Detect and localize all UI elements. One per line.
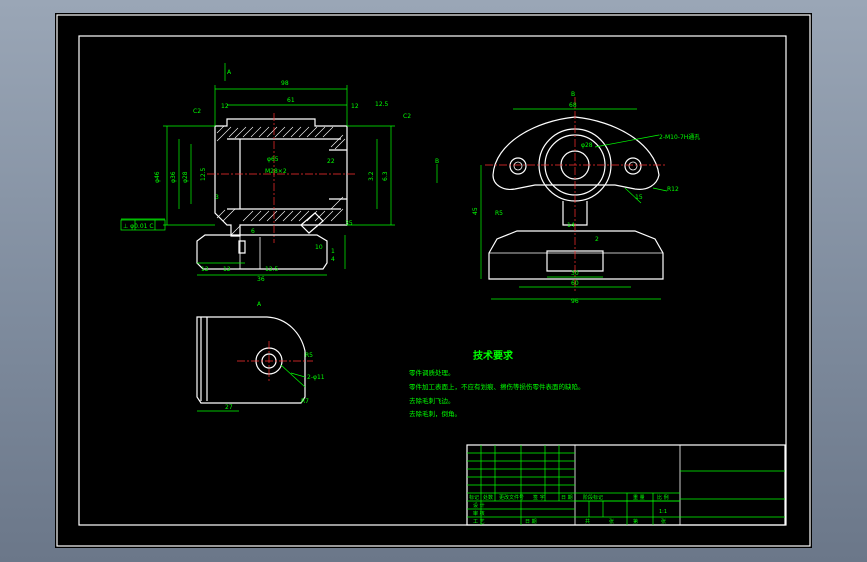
svg-text:3.2: 3.2 bbox=[368, 171, 375, 181]
svg-text:2: 2 bbox=[595, 236, 599, 243]
svg-text:φ28: φ28 bbox=[581, 142, 593, 149]
svg-text:12.5: 12.5 bbox=[265, 266, 279, 273]
note-4: 去除毛刺，倒角。 bbox=[409, 409, 461, 418]
svg-text:14: 14 bbox=[567, 222, 575, 229]
svg-text:12: 12 bbox=[223, 266, 231, 273]
svg-text:61: 61 bbox=[287, 97, 295, 104]
svg-text:6.3: 6.3 bbox=[382, 171, 389, 181]
svg-text:12: 12 bbox=[201, 266, 209, 273]
front-view-dim-text: A 98 61 12 12 C2 C2 12.5 φ46 φ36 φ28 M28… bbox=[123, 69, 439, 283]
svg-text:27: 27 bbox=[225, 404, 233, 411]
svg-text:第: 第 bbox=[633, 518, 638, 525]
svg-text:35: 35 bbox=[345, 220, 353, 227]
svg-text:A: A bbox=[257, 301, 262, 308]
svg-text:签 字: 签 字 bbox=[533, 494, 545, 501]
svg-text:B: B bbox=[571, 91, 575, 98]
svg-text:R5: R5 bbox=[495, 210, 503, 217]
svg-text:6: 6 bbox=[251, 228, 255, 235]
cad-drawing: A 98 61 12 12 C2 C2 12.5 φ46 φ36 φ28 M28… bbox=[56, 14, 811, 547]
side-view-dim-text: B 68 φ28 2-M10-7H通孔 R12 15 14 R5 2 30 60… bbox=[472, 91, 700, 305]
front-view bbox=[196, 113, 355, 270]
svg-text:36: 36 bbox=[257, 276, 265, 283]
svg-text:1:1: 1:1 bbox=[659, 509, 667, 515]
svg-text:45: 45 bbox=[472, 207, 479, 215]
svg-text:12: 12 bbox=[351, 103, 359, 110]
svg-text:C2: C2 bbox=[193, 108, 201, 115]
title-block bbox=[466, 444, 786, 526]
svg-text:工 艺: 工 艺 bbox=[473, 519, 485, 525]
svg-text:12.5: 12.5 bbox=[200, 167, 207, 181]
svg-text:15: 15 bbox=[635, 194, 643, 201]
svg-text:φ28: φ28 bbox=[182, 171, 189, 183]
svg-text:96: 96 bbox=[571, 298, 579, 305]
svg-text:R12: R12 bbox=[667, 186, 679, 193]
notes-title: 技术要求 bbox=[473, 349, 514, 362]
svg-text:60: 60 bbox=[571, 280, 579, 287]
svg-text:比 例: 比 例 bbox=[657, 494, 669, 501]
drawing-viewport[interactable]: A 98 61 12 12 C2 C2 12.5 φ46 φ36 φ28 M28… bbox=[55, 13, 812, 548]
svg-text:30: 30 bbox=[571, 270, 579, 277]
svg-text:1: 1 bbox=[331, 248, 335, 255]
note-2: 零件加工表面上，不应有划痕、擦伤等损伤零件表面的缺陷。 bbox=[409, 382, 585, 391]
svg-text:阶段标记: 阶段标记 bbox=[583, 494, 603, 501]
svg-text:2-φ11: 2-φ11 bbox=[307, 374, 325, 381]
sheet-outer-border bbox=[56, 14, 811, 547]
svg-text:⊥ φ0.01 C: ⊥ φ0.01 C bbox=[123, 223, 154, 230]
svg-text:68: 68 bbox=[569, 102, 577, 109]
svg-text:更改文件号: 更改文件号 bbox=[499, 494, 524, 501]
svg-text:M28×2: M28×2 bbox=[265, 168, 287, 175]
technical-notes: 技术要求 零件调质处理。 零件加工表面上，不应有划痕、擦伤等损伤零件表面的缺陷。… bbox=[409, 349, 585, 418]
svg-text:张: 张 bbox=[661, 518, 666, 525]
svg-text:10: 10 bbox=[315, 244, 323, 251]
svg-text:22: 22 bbox=[327, 158, 335, 165]
svg-text:共: 共 bbox=[585, 518, 590, 525]
svg-text:张: 张 bbox=[609, 518, 614, 525]
svg-text:3: 3 bbox=[215, 194, 219, 201]
svg-text:2-M10-7H通孔: 2-M10-7H通孔 bbox=[659, 133, 700, 141]
svg-text:R7: R7 bbox=[301, 398, 309, 405]
note-3: 去除毛刺飞边。 bbox=[409, 396, 455, 405]
svg-text:C2: C2 bbox=[403, 113, 411, 120]
svg-text:φ65: φ65 bbox=[267, 156, 279, 163]
note-1: 零件调质处理。 bbox=[409, 368, 455, 377]
svg-text:A: A bbox=[227, 69, 232, 76]
svg-text:处数: 处数 bbox=[483, 494, 493, 501]
svg-text:98: 98 bbox=[281, 80, 289, 87]
svg-text:设 计: 设 计 bbox=[473, 502, 485, 509]
svg-text:B: B bbox=[435, 158, 439, 165]
svg-text:12: 12 bbox=[221, 103, 229, 110]
svg-text:重 量: 重 量 bbox=[633, 494, 645, 501]
svg-text:12.5: 12.5 bbox=[375, 101, 389, 108]
svg-text:R5: R5 bbox=[305, 352, 313, 359]
svg-text:4: 4 bbox=[331, 256, 335, 263]
svg-text:φ46: φ46 bbox=[154, 171, 161, 183]
detail-a-view bbox=[196, 316, 313, 412]
svg-text:日 期: 日 期 bbox=[561, 495, 573, 501]
svg-text:标记: 标记 bbox=[469, 494, 479, 501]
title-block-text: 标记 处数 更改文件号 签 字 日 期 设 计 阶段标记 重 量 比 例 1:1… bbox=[469, 494, 669, 525]
svg-text:审 核: 审 核 bbox=[473, 510, 485, 517]
svg-text:φ36: φ36 bbox=[170, 171, 177, 183]
svg-text:日 期: 日 期 bbox=[525, 519, 537, 525]
